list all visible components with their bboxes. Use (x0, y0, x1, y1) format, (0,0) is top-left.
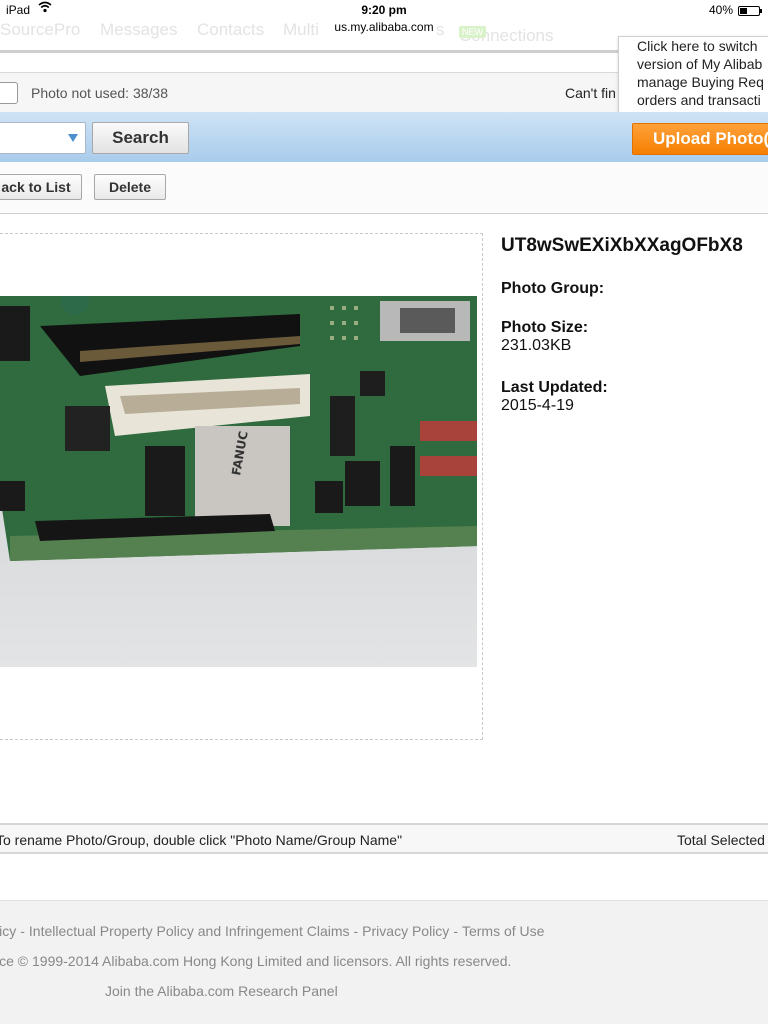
photo-size-value: 231.03KB (501, 337, 572, 354)
last-updated-block: Last Updated: 2015-4-19 (501, 379, 608, 415)
photo-preview[interactable]: FANUC (0, 296, 477, 667)
popup-line: version of My Alibab (637, 56, 763, 72)
research-panel-link[interactable]: Join the Alibaba.com Research Panel (105, 983, 338, 999)
photo-details: UT8wSwEXiXbXXagOFbX8 Photo Group: Photo … (501, 235, 768, 414)
photo-name[interactable]: UT8wSwEXiXbXXagOFbX8 (501, 235, 768, 257)
popup-line: manage Buying Req (637, 74, 764, 90)
upload-photo-button[interactable]: Upload Photo( (632, 123, 768, 155)
page: SourcePro Messages Contacts Multi s Conn… (0, 0, 768, 1024)
footer-separator: - (453, 923, 458, 939)
battery-icon (738, 6, 762, 16)
footer-links: licy-Intellectual Property Policy and In… (0, 923, 544, 939)
footer-link-ip-policy[interactable]: Intellectual Property Policy and Infring… (29, 923, 350, 939)
footer-link-terms[interactable]: Terms of Use (462, 923, 544, 939)
photo-not-used-count: Photo not used: 38/38 (31, 85, 168, 101)
address-bar[interactable]: us.my.alibaba.com (0, 20, 768, 34)
photo-group-label: Photo Group: (501, 280, 605, 297)
footer-link-privacy[interactable]: Privacy Policy (362, 923, 449, 939)
status-bar: iPad 9:20 pm 40% (0, 0, 768, 20)
battery-percent: 40% (708, 3, 733, 17)
clock: 9:20 pm (361, 3, 407, 17)
delete-button[interactable]: Delete (94, 174, 166, 200)
popup-line: Click here to switch (637, 38, 758, 54)
last-updated-value: 2015-4-19 (501, 397, 574, 414)
photo-group-block: Photo Group: (501, 280, 604, 298)
popup-line: orders and transacti (637, 92, 761, 108)
rename-hint: To rename Photo/Group, double click "Pho… (0, 832, 403, 848)
nav-divider (0, 50, 620, 53)
footer: licy-Intellectual Property Policy and In… (0, 900, 768, 1024)
last-updated-label: Last Updated: (501, 379, 608, 396)
group-select[interactable] (0, 122, 86, 154)
footer-link-policy[interactable]: licy (0, 923, 16, 939)
chevron-down-icon (68, 134, 78, 142)
hint-bar: To rename Photo/Group, double click "Pho… (0, 823, 768, 854)
total-selected: Total Selected (677, 832, 765, 848)
action-row: ack to List Delete (0, 162, 768, 214)
search-bar: Search Upload Photo( (0, 112, 768, 162)
copyright: ice © 1999-2014 Alibaba.com Hong Kong Li… (0, 953, 512, 969)
search-button[interactable]: Search (92, 122, 189, 154)
select-all-checkbox[interactable] (0, 82, 18, 104)
photo-size-label: Photo Size: (501, 319, 589, 336)
photo-size-block: Photo Size: 231.03KB (501, 319, 588, 355)
circuit-board-image: FANUC (0, 296, 477, 667)
cant-find-link[interactable]: Can't fin (565, 85, 616, 101)
footer-separator: - (20, 923, 25, 939)
back-to-list-button[interactable]: ack to List (0, 174, 82, 200)
footer-separator: - (353, 923, 359, 939)
